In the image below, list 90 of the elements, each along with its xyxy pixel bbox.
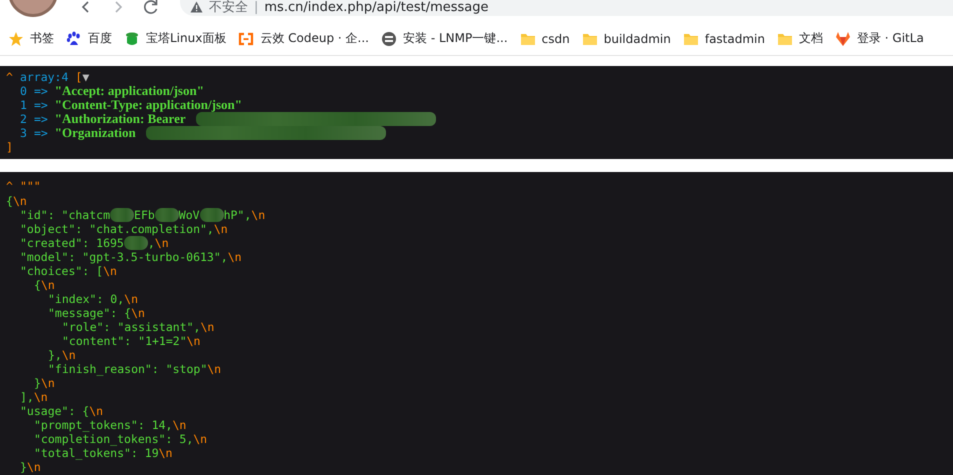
code-text: "id": "chatcm — [20, 208, 110, 222]
star-icon — [8, 30, 24, 46]
code-text: "index": 0, — [48, 292, 124, 306]
arrow-operator: => — [34, 126, 48, 140]
code-text: "object": "chat.completion", — [20, 222, 214, 236]
code-text: "finish_reason": "stop" — [48, 362, 208, 376]
bookmark[interactable]: 安装 - LNMP一键... — [381, 30, 508, 47]
code-text: "completion_tokens": 5, — [34, 432, 194, 446]
paw-icon — [66, 30, 82, 46]
bracket: ] — [6, 140, 13, 154]
newline-escape: \n — [34, 390, 48, 404]
newline-escape: \n — [62, 348, 76, 362]
array-index: 0 — [20, 84, 27, 98]
code-text: "message": { — [48, 306, 132, 320]
bookmark[interactable]: csdn — [520, 30, 570, 46]
code-text: "model": "gpt-3.5-turbo-0613", — [20, 250, 228, 264]
code-text: } — [20, 460, 27, 474]
array-index: 1 — [20, 98, 27, 112]
code-text: "usage": { — [20, 404, 90, 418]
string-value: "Content-Type: application/json" — [54, 98, 242, 112]
shield-icon — [124, 30, 140, 46]
bookmark[interactable]: 云效 Codeup · 企... — [238, 30, 369, 47]
toggle-icon[interactable]: ▼ — [82, 70, 90, 84]
code-text: WoV — [178, 208, 200, 222]
array-index: 2 — [20, 112, 27, 126]
code-text: hP", — [224, 208, 252, 222]
code-text: "choices": [ — [20, 264, 104, 278]
newline-escape: \n — [40, 376, 55, 390]
newline-escape: \n — [193, 432, 208, 446]
code-text: , — [148, 236, 155, 250]
url-text: ms.cn/index.php/api/test/message — [264, 0, 489, 14]
code-text: { — [6, 194, 13, 208]
redaction-blur — [110, 208, 134, 222]
newline-escape: \n — [26, 460, 41, 474]
bookmark[interactable]: 书签 — [8, 30, 54, 47]
code-text: "prompt_tokens": 14, — [34, 418, 172, 432]
newline-escape: \n — [251, 208, 266, 222]
fox-icon — [834, 30, 851, 46]
redaction-blur — [200, 208, 224, 222]
newline-escape: \n — [89, 404, 104, 418]
string-value: "Organization — [54, 126, 136, 140]
separator: | — [254, 0, 258, 14]
newline-escape: \n — [214, 222, 228, 236]
bookmark[interactable]: 百度 — [66, 30, 112, 47]
bookmark[interactable]: 登录 · GitLa — [834, 30, 924, 47]
code-text: EFb — [134, 208, 155, 222]
newline-escape: \n — [228, 250, 242, 264]
bookmark[interactable]: 文档 — [776, 30, 823, 47]
type-label: array:4 — [20, 70, 68, 84]
arrow-operator: => — [34, 84, 48, 98]
code-text: "content": "1+1=2" — [62, 334, 187, 348]
collapse-caret[interactable]: ^ — [6, 70, 13, 84]
arrow-operator: => — [34, 112, 48, 126]
newline-escape: \n — [154, 236, 169, 250]
redaction-blur — [124, 236, 148, 250]
bracket: [ — [75, 70, 82, 84]
code-text: "created": 1695 — [20, 236, 124, 250]
security-label: 不安全 — [209, 0, 248, 16]
reload-icon[interactable] — [144, 0, 158, 14]
newline-escape: \n — [172, 418, 186, 432]
string-value: "Authorization: Bearer — [54, 112, 186, 126]
string-value: "Accept: application/json" — [54, 84, 204, 98]
array-index: 3 — [20, 126, 27, 140]
newline-escape: \n — [103, 264, 117, 278]
code-text: "total_tokens": 19 — [34, 446, 159, 460]
warning-icon — [190, 1, 203, 13]
arrow-operator: => — [34, 98, 48, 112]
newline-escape: \n — [124, 292, 138, 306]
newline-escape: \n — [131, 306, 145, 320]
newline-escape: \n — [207, 362, 222, 376]
avatar-icon[interactable] — [8, 0, 58, 18]
code-text: }, — [48, 348, 62, 362]
bookmark[interactable]: 宝塔Linux面板 — [124, 30, 226, 47]
code-text: } — [34, 376, 41, 390]
newline-escape: \n — [158, 446, 172, 460]
newline-escape: \n — [40, 278, 55, 292]
code-text: "role": "assistant", — [62, 320, 200, 334]
code-text: ], — [20, 390, 34, 404]
code-text: { — [34, 278, 41, 292]
quote-marks: """ — [20, 178, 41, 192]
ring-icon — [381, 30, 397, 46]
redaction-blur — [154, 208, 179, 222]
bracket-icon — [238, 30, 254, 46]
address-bar[interactable]: 不安全 | ms.cn/index.php/api/test/message — [180, 0, 953, 16]
newline-escape: \n — [12, 194, 27, 208]
bookmark[interactable]: fastadmin — [682, 30, 765, 46]
bookmark[interactable]: buildadmin — [582, 30, 671, 46]
newline-escape: \n — [200, 320, 214, 334]
collapse-caret[interactable]: ^ — [6, 178, 13, 192]
newline-escape: \n — [186, 334, 200, 348]
